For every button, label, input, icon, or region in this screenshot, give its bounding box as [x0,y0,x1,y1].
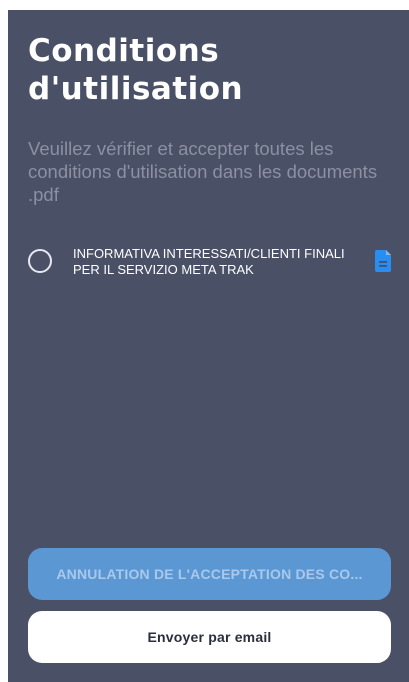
page-title: Conditions d'utilisation [28,32,388,108]
page-subtitle: Veuillez vérifier et accepter toutes les… [28,138,378,205]
accept-radio[interactable] [28,249,52,273]
page-title-line-2: d'utilisation [28,71,244,107]
document-row: INFORMATIVA INTERESSATI/CLIENTI FINALI P… [28,246,398,286]
document-name[interactable]: INFORMATIVA INTERESSATI/CLIENTI FINALI P… [73,246,363,278]
cancel-acceptance-button[interactable]: ANNULATION DE L'ACCEPTATION DES CO... [28,548,391,600]
send-email-button[interactable]: Envoyer par email [28,611,391,663]
terms-screen: Conditions d'utilisation Veuillez vérifi… [8,10,409,682]
page-title-line-1: Conditions [28,33,220,69]
document-icon[interactable] [375,250,391,272]
